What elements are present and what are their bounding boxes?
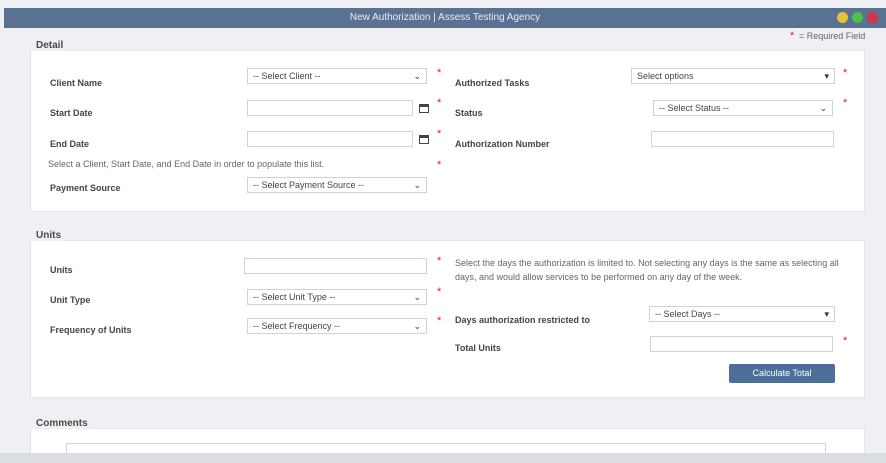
detail-legend: Detail — [32, 40, 68, 51]
window-title: New Authorization | Assess Testing Agenc… — [349, 12, 541, 23]
authorized-tasks-label: Authorized Tasks — [455, 78, 530, 88]
client-select-value: -- Select Client -- — [253, 71, 321, 81]
minimize-button[interactable] — [837, 12, 848, 23]
days-restriction-note: Select the days the authorization is lim… — [455, 258, 839, 282]
end-date-input[interactable] — [247, 131, 413, 147]
required-star-icon: * — [843, 67, 848, 79]
unit-type-select-value: -- Select Unit Type -- — [253, 292, 336, 302]
maximize-button[interactable] — [852, 12, 863, 23]
authorization-number-label: Authorization Number — [455, 139, 550, 149]
end-date-label: End Date — [50, 139, 90, 149]
required-star-icon: * — [790, 30, 795, 42]
required-star-icon: * — [843, 335, 848, 347]
required-star-icon: * — [437, 255, 442, 267]
unit-type-label: Unit Type — [50, 295, 91, 305]
frequency-select[interactable]: -- Select Frequency -- ⌄ — [247, 318, 427, 334]
calendar-icon[interactable] — [419, 135, 429, 144]
required-star-icon: * — [437, 315, 442, 327]
chevron-down-icon: ⌄ — [819, 103, 827, 113]
status-select-value: -- Select Status -- — [659, 103, 730, 113]
chevron-down-icon: ⌄ — [413, 180, 421, 190]
days-restricted-select[interactable]: -- Select Days -- ▾ — [649, 306, 835, 322]
chevron-down-icon: ▾ — [824, 309, 829, 319]
start-date-input[interactable] — [247, 100, 413, 116]
total-units-label: Total Units — [455, 343, 501, 353]
total-units-input[interactable] — [650, 336, 833, 352]
days-restricted-label: Days authorization restricted to — [455, 315, 591, 325]
payment-source-select[interactable]: -- Select Payment Source -- ⌄ — [247, 177, 427, 193]
required-star-icon: * — [843, 97, 848, 109]
units-input[interactable] — [244, 258, 427, 274]
calendar-icon[interactable] — [419, 104, 429, 113]
unit-type-select[interactable]: -- Select Unit Type -- ⌄ — [247, 289, 427, 305]
units-legend: Units — [32, 230, 65, 241]
chevron-down-icon: ▾ — [824, 71, 829, 81]
start-date-label: Start Date — [50, 108, 93, 118]
comments-legend: Comments — [32, 418, 92, 429]
authorized-tasks-select-value: Select options — [637, 71, 694, 81]
client-name-label: Client Name — [50, 78, 103, 88]
units-label: Units — [50, 265, 73, 275]
status-select[interactable]: -- Select Status -- ⌄ — [653, 100, 833, 116]
payment-source-hint: Select a Client, Start Date, and End Dat… — [48, 159, 325, 169]
chevron-down-icon: ⌄ — [413, 321, 421, 331]
required-star-icon: * — [437, 67, 442, 79]
status-label: Status — [455, 108, 483, 118]
chevron-down-icon: ⌄ — [413, 292, 421, 302]
payment-source-select-value: -- Select Payment Source -- — [253, 180, 365, 190]
bottom-scroll-strip — [0, 453, 886, 463]
calculate-total-button[interactable]: Calculate Total — [729, 364, 835, 383]
close-button[interactable] — [867, 12, 878, 23]
required-star-icon: * — [437, 286, 442, 298]
chevron-down-icon: ⌄ — [413, 71, 421, 81]
payment-source-label: Payment Source — [50, 183, 121, 193]
required-star-icon: * — [437, 97, 442, 109]
frequency-label: Frequency of Units — [50, 325, 132, 335]
frequency-select-value: -- Select Frequency -- — [253, 321, 341, 331]
required-star-icon: * — [437, 159, 442, 171]
authorized-tasks-select[interactable]: Select options ▾ — [631, 68, 835, 84]
authorization-number-input[interactable] — [651, 131, 834, 147]
window-titlebar: New Authorization | Assess Testing Agenc… — [4, 8, 886, 28]
client-select[interactable]: -- Select Client -- ⌄ — [247, 68, 427, 84]
required-star-icon: * — [437, 128, 442, 140]
days-restricted-select-value: -- Select Days -- — [655, 309, 721, 319]
required-field-note: = Required Field — [799, 31, 866, 41]
